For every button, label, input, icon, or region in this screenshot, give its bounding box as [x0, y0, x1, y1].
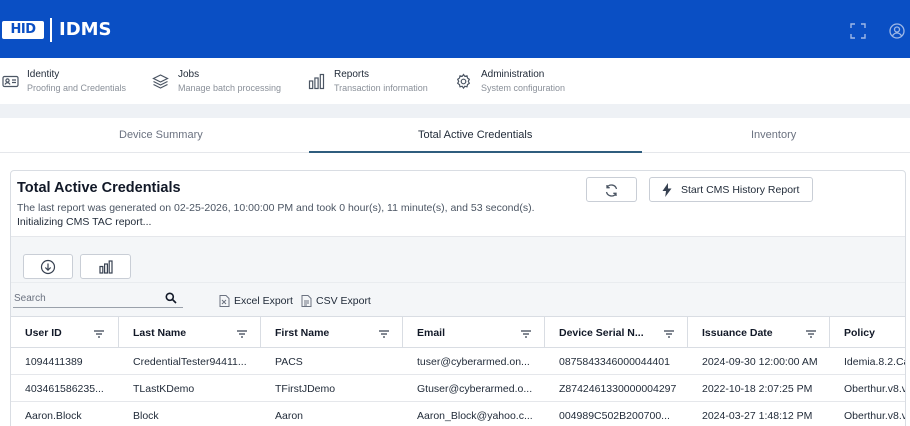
cell-first-name: TFirstJDemo: [275, 383, 336, 395]
hid-logo: HID: [2, 21, 44, 39]
nav-subtitle-identity: Proofing and Credentials: [27, 83, 127, 93]
column-label: Policy: [844, 327, 875, 339]
report-status: Initializing CMS TAC report...: [17, 216, 152, 228]
nav-title-identity: Identity: [27, 69, 60, 80]
app-title: IDMS: [59, 19, 112, 40]
id-card-icon: [2, 73, 19, 90]
cell-email: tuser@cyberarmed.on...: [417, 356, 530, 368]
bar-chart-icon: [308, 73, 325, 90]
table-row[interactable]: Aaron.Block Block Aaron Aaron_Block@yaho…: [11, 402, 905, 426]
column-header-email[interactable]: Email: [403, 317, 545, 348]
column-label: Email: [417, 327, 446, 339]
cell-last-name: CredentialTester94411...: [133, 356, 247, 368]
cell-issuance-date: 2022-10-18 2:07:25 PM: [702, 383, 813, 395]
column-header-first-name[interactable]: First Name: [261, 317, 403, 348]
download-button[interactable]: [23, 254, 73, 279]
lightning-icon: [662, 183, 672, 197]
column-label: Issuance Date: [702, 327, 773, 339]
nav-title-administration: Administration: [481, 69, 545, 80]
filter-icon[interactable]: [520, 329, 532, 339]
column-header-issuance-date[interactable]: Issuance Date: [688, 317, 830, 348]
panel-header: Total Active Credentials The last report…: [11, 171, 905, 236]
cell-last-name: TLastKDemo: [133, 383, 195, 395]
user-account-icon[interactable]: [889, 23, 905, 39]
nav-item-jobs[interactable]: Jobs Manage batch processing: [150, 58, 295, 104]
cell-device-serial: Z8742461330000004297: [559, 383, 677, 395]
report-description: The last report was generated on 02-25-2…: [17, 202, 535, 214]
tab-total-active-credentials[interactable]: Total Active Credentials: [418, 129, 532, 141]
column-header-device-serial-number[interactable]: Device Serial N...: [545, 317, 688, 348]
cell-issuance-date: 2024-09-30 12:00:00 AM: [702, 356, 818, 368]
nav-subtitle-administration: System configuration: [481, 83, 566, 93]
nav-title-reports: Reports: [334, 69, 370, 80]
main-nav: Identity Proofing and Credentials Jobs M…: [0, 58, 910, 104]
column-label: User ID: [25, 327, 62, 339]
bar-chart-icon: [98, 259, 113, 274]
start-cms-history-report-button[interactable]: Start CMS History Report: [649, 177, 813, 202]
expand-icon[interactable]: [850, 23, 866, 39]
report-panel: Total Active Credentials The last report…: [10, 170, 906, 426]
column-header-policy[interactable]: Policy: [830, 317, 905, 348]
logo-divider: [50, 18, 52, 42]
excel-export-label: Excel Export: [234, 295, 293, 307]
filter-icon[interactable]: [236, 329, 248, 339]
table-row[interactable]: 403461586235... TLastKDemo TFirstJDemo G…: [11, 375, 905, 402]
cell-policy: Oberthur.v8.v: [844, 410, 905, 422]
cell-device-serial: 0875843346000044401: [559, 356, 670, 368]
gear-icon: [455, 73, 472, 90]
column-label: Device Serial N...: [559, 327, 644, 339]
nav-item-reports[interactable]: Reports Transaction information: [306, 58, 446, 104]
excel-file-icon: [219, 295, 230, 307]
csv-file-icon: [301, 295, 312, 307]
top-bar: HID IDMS: [0, 0, 910, 58]
search-icon[interactable]: [165, 292, 177, 304]
refresh-button[interactable]: [586, 177, 637, 202]
refresh-icon: [605, 184, 618, 197]
active-tab-indicator: [309, 151, 642, 153]
search-input[interactable]: [13, 290, 183, 308]
excel-export-button[interactable]: Excel Export: [219, 295, 299, 309]
cell-email: Gtuser@cyberarmed.o...: [417, 383, 533, 395]
cell-first-name: Aaron: [275, 410, 304, 422]
cell-email: Aaron_Block@yahoo.c...: [417, 410, 533, 422]
start-cms-history-report-label: Start CMS History Report: [681, 184, 800, 196]
chart-view-button[interactable]: [80, 254, 131, 279]
csv-export-label: CSV Export: [316, 295, 371, 307]
cell-policy: Oberthur.v8.v: [844, 383, 905, 395]
layers-icon: [152, 73, 169, 90]
cell-user-id: 403461586235...: [25, 383, 104, 395]
filter-icon[interactable]: [378, 329, 390, 339]
column-header-user-id[interactable]: User ID: [11, 317, 119, 348]
nav-separator: [0, 104, 910, 118]
table-header: User ID Last Name First Name Email Devic…: [11, 316, 905, 348]
tab-inventory[interactable]: Inventory: [751, 129, 796, 141]
column-label: Last Name: [133, 327, 187, 339]
cell-device-serial: 004989C502B200700...: [559, 410, 670, 422]
search-export-row: Excel Export CSV Export: [11, 282, 905, 316]
cell-last-name: Block: [133, 410, 159, 422]
cell-user-id: Aaron.Block: [25, 410, 82, 422]
cell-first-name: PACS: [275, 356, 303, 368]
nav-item-administration[interactable]: Administration System configuration: [455, 58, 585, 104]
filter-icon[interactable]: [663, 329, 675, 339]
nav-subtitle-jobs: Manage batch processing: [178, 83, 282, 93]
report-toolbar: [11, 236, 905, 282]
nav-item-identity[interactable]: Identity Proofing and Credentials: [0, 58, 140, 104]
download-icon: [40, 259, 56, 274]
column-label: First Name: [275, 327, 330, 339]
panel-title: Total Active Credentials: [17, 180, 181, 196]
nav-subtitle-reports: Transaction information: [334, 83, 428, 93]
cell-policy: Idemia.8.2.Ca: [844, 356, 905, 368]
csv-export-button[interactable]: CSV Export: [301, 295, 371, 309]
table-row[interactable]: 1094411389 CredentialTester94411... PACS…: [11, 348, 905, 375]
nav-title-jobs: Jobs: [178, 69, 200, 80]
column-header-last-name[interactable]: Last Name: [119, 317, 261, 348]
report-tabs: Device Summary Total Active Credentials …: [0, 118, 910, 153]
tab-device-summary[interactable]: Device Summary: [119, 129, 203, 141]
filter-icon[interactable]: [93, 329, 105, 339]
cell-user-id: 1094411389: [25, 356, 83, 368]
cell-issuance-date: 2024-03-27 1:48:12 PM: [702, 410, 813, 422]
filter-icon[interactable]: [805, 329, 817, 339]
